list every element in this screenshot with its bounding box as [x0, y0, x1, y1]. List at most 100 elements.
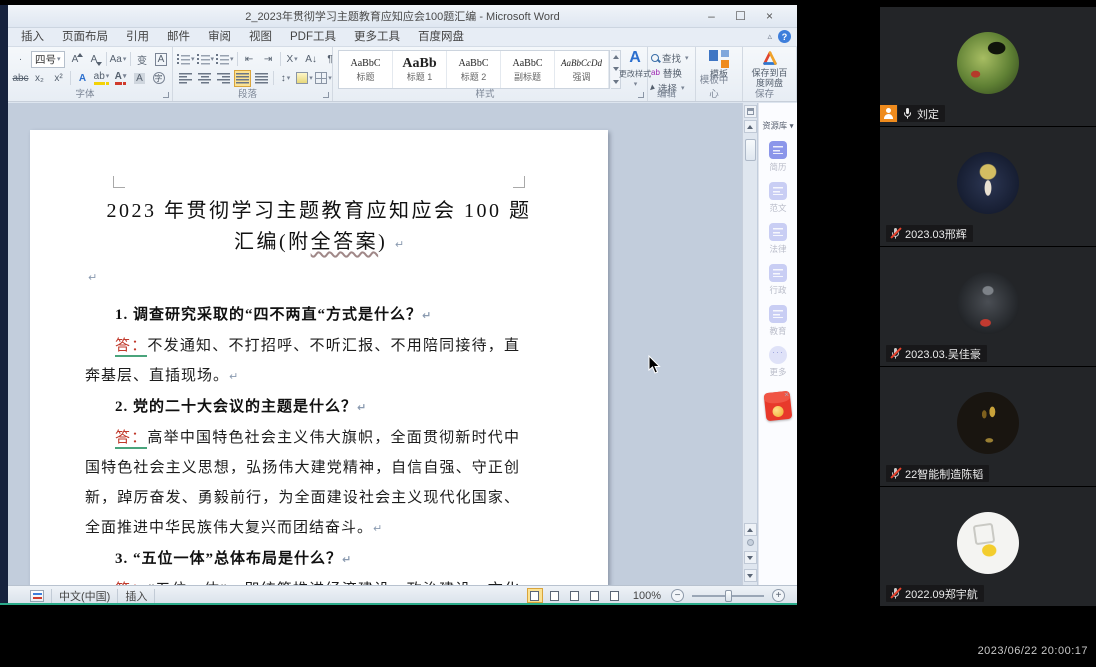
question-3[interactable]: 3. “五位一体”总体布局是什么？↵	[85, 544, 520, 575]
sidebar-item-administration[interactable]: 行政	[769, 264, 787, 296]
tab-insert[interactable]: 插入	[12, 28, 53, 47]
scrollbar-thumb[interactable]	[745, 139, 756, 161]
character-border-button[interactable]: A	[153, 51, 170, 68]
bullets-button[interactable]: ▾	[177, 51, 195, 68]
zoom-slider[interactable]	[692, 595, 764, 597]
vertical-scrollbar[interactable]	[742, 103, 757, 585]
scroll-up-button[interactable]	[744, 120, 757, 133]
character-shading-button[interactable]: A	[131, 70, 148, 87]
grow-font-button[interactable]: A	[67, 51, 84, 68]
paragraph-dialog-launcher[interactable]	[323, 92, 329, 98]
tab-mailings[interactable]: 邮件	[158, 28, 199, 47]
participant-tile[interactable]: 2022.09郑宇航	[880, 487, 1096, 606]
document-title[interactable]: 2023 年贯彻学习主题教育应知应会 100 题 汇编(附全答案) ↵	[30, 196, 608, 260]
sidebar-item-more[interactable]: 更多	[769, 346, 787, 378]
tab-review[interactable]: 审阅	[199, 28, 240, 47]
close-icon[interactable]: ×	[784, 390, 790, 399]
sidebar-item-resume[interactable]: 简历	[769, 141, 787, 173]
shrink-font-button[interactable]: A	[86, 51, 103, 68]
participant-tile[interactable]: 2023.03.吴佳豪	[880, 247, 1096, 366]
tab-baidu-pan[interactable]: 百度网盘	[409, 28, 473, 47]
line-spacing-button[interactable]: ↕▾	[277, 70, 294, 87]
increase-indent-button[interactable]: ⇥	[260, 51, 277, 68]
resource-library-header[interactable]: 资源库 ▾	[762, 120, 793, 132]
style-heading[interactable]: AaBbC 标题	[339, 51, 393, 88]
scroll-down-button[interactable]	[744, 569, 757, 582]
sort-button[interactable]: A↓	[303, 51, 320, 68]
align-center-button[interactable]	[196, 70, 213, 87]
sidebar-item-education[interactable]: 教育	[769, 305, 787, 337]
collapse-ribbon-icon[interactable]: ▵	[767, 31, 772, 42]
phonetic-guide-button[interactable]: 变	[134, 51, 151, 68]
empty-paragraph[interactable]: ↵	[30, 262, 608, 292]
tab-page-layout[interactable]: 页面布局	[53, 28, 117, 47]
tab-more-tools[interactable]: 更多工具	[345, 28, 409, 47]
outline-view-button[interactable]	[587, 588, 603, 603]
previous-page-button[interactable]	[744, 523, 757, 536]
question-1[interactable]: 1. 调查研究采取的“四不两直“方式是什么？↵	[85, 300, 520, 331]
align-left-button[interactable]	[177, 70, 194, 87]
multilevel-list-button[interactable]: ▾	[216, 51, 234, 68]
text-effects-button[interactable]: A	[74, 70, 91, 87]
distribute-button[interactable]	[253, 70, 270, 87]
document-page[interactable]: 2023 年贯彻学习主题教育应知应会 100 题 汇编(附全答案) ↵ ↵ 1.…	[30, 130, 608, 585]
borders-button[interactable]: ▾	[315, 70, 332, 87]
proofing-status-icon[interactable]	[30, 590, 44, 602]
language-status[interactable]: 中文(中国)	[59, 588, 110, 604]
font-size-combo[interactable]: 四号 ▾	[31, 51, 65, 68]
ruler-toggle-button[interactable]	[744, 105, 757, 118]
replace-button[interactable]: ab 替换	[648, 66, 689, 79]
align-right-button[interactable]	[215, 70, 232, 87]
tab-pdf-tools[interactable]: PDF工具	[281, 28, 345, 47]
zoom-out-button[interactable]: −	[671, 589, 684, 602]
subscript-button[interactable]: x₂	[31, 70, 48, 87]
participants-panel: 刘定 2023.03邢辉	[880, 7, 1096, 607]
sidebar-item-law[interactable]: 法律	[769, 223, 787, 255]
zoom-in-button[interactable]: +	[772, 589, 785, 602]
draft-view-button[interactable]	[607, 588, 623, 603]
style-heading-2[interactable]: AaBbC 标题 2	[447, 51, 501, 88]
answer-2[interactable]: 答：高举中国特色社会主义伟大旗帜，全面贯彻新时代中国特色社会主义思想，弘扬伟大建…	[85, 423, 520, 544]
participant-tile[interactable]: 2023.03邢辉	[880, 127, 1096, 246]
close-button[interactable]: ×	[756, 6, 783, 25]
answer-1[interactable]: 答：不发通知、不打招呼、不听汇报、不用陪同接待，直奔基层、直插现场。↵	[85, 331, 520, 392]
insert-mode-status[interactable]: 插入	[125, 588, 147, 604]
tab-view[interactable]: 视图	[240, 28, 281, 47]
superscript-button[interactable]: x²	[50, 70, 67, 87]
fullscreen-view-button[interactable]	[547, 588, 563, 603]
answer-3[interactable]: 答：“五位一体”，即统筹推进经济建设、政治建设、文化建设、	[85, 575, 520, 585]
decrease-indent-button[interactable]: ⇤	[241, 51, 258, 68]
help-icon[interactable]: ?	[778, 30, 791, 43]
sidebar-item-sample-docs[interactable]: 范文	[769, 182, 787, 214]
shading-button[interactable]: ▾	[296, 70, 313, 87]
numbering-button[interactable]: ▾	[197, 51, 215, 68]
save-to-baidu-pan-button[interactable]: 保存到百度网盘	[743, 50, 796, 88]
asian-layout-button[interactable]: X▾	[284, 51, 301, 68]
strikethrough-button[interactable]: abc	[12, 70, 29, 87]
print-layout-view-button[interactable]	[527, 588, 543, 603]
style-emphasis[interactable]: AaBbCcDd 强调	[555, 51, 609, 88]
next-page-button[interactable]	[744, 551, 757, 564]
justify-button[interactable]	[234, 70, 251, 87]
zoom-level[interactable]: 100%	[633, 590, 661, 602]
enclose-characters-button[interactable]: 字	[150, 70, 167, 87]
question-2[interactable]: 2. 党的二十大会议的主题是什么？↵	[85, 392, 520, 423]
minimize-button[interactable]: –	[698, 6, 725, 25]
font-color-button[interactable]: A▾	[112, 70, 129, 87]
tab-references[interactable]: 引用	[117, 28, 158, 47]
participant-tile[interactable]: 刘定	[880, 7, 1096, 126]
font-dialog-launcher[interactable]	[163, 92, 169, 98]
change-case-button[interactable]: Aa▾	[110, 51, 127, 68]
styles-dialog-launcher[interactable]	[638, 92, 644, 98]
style-heading-1[interactable]: AaBb 标题 1	[393, 51, 447, 88]
web-layout-view-button[interactable]	[567, 588, 583, 603]
zoom-slider-thumb[interactable]	[725, 590, 732, 602]
participant-tile[interactable]: 22智能制造陈韬	[880, 367, 1096, 486]
style-subtitle[interactable]: AaBbC 副标题	[501, 51, 555, 88]
text-highlight-button[interactable]: ab▾	[93, 70, 110, 87]
document-body[interactable]: 1. 调查研究采取的“四不两直“方式是什么？↵ 答：不发通知、不打招呼、不听汇报…	[30, 300, 608, 585]
maximize-button[interactable]: ☐	[727, 6, 754, 25]
select-browse-object-button[interactable]	[747, 539, 754, 546]
find-button[interactable]: 查找▾	[648, 51, 689, 64]
red-envelope-promo[interactable]: ×	[764, 391, 793, 422]
